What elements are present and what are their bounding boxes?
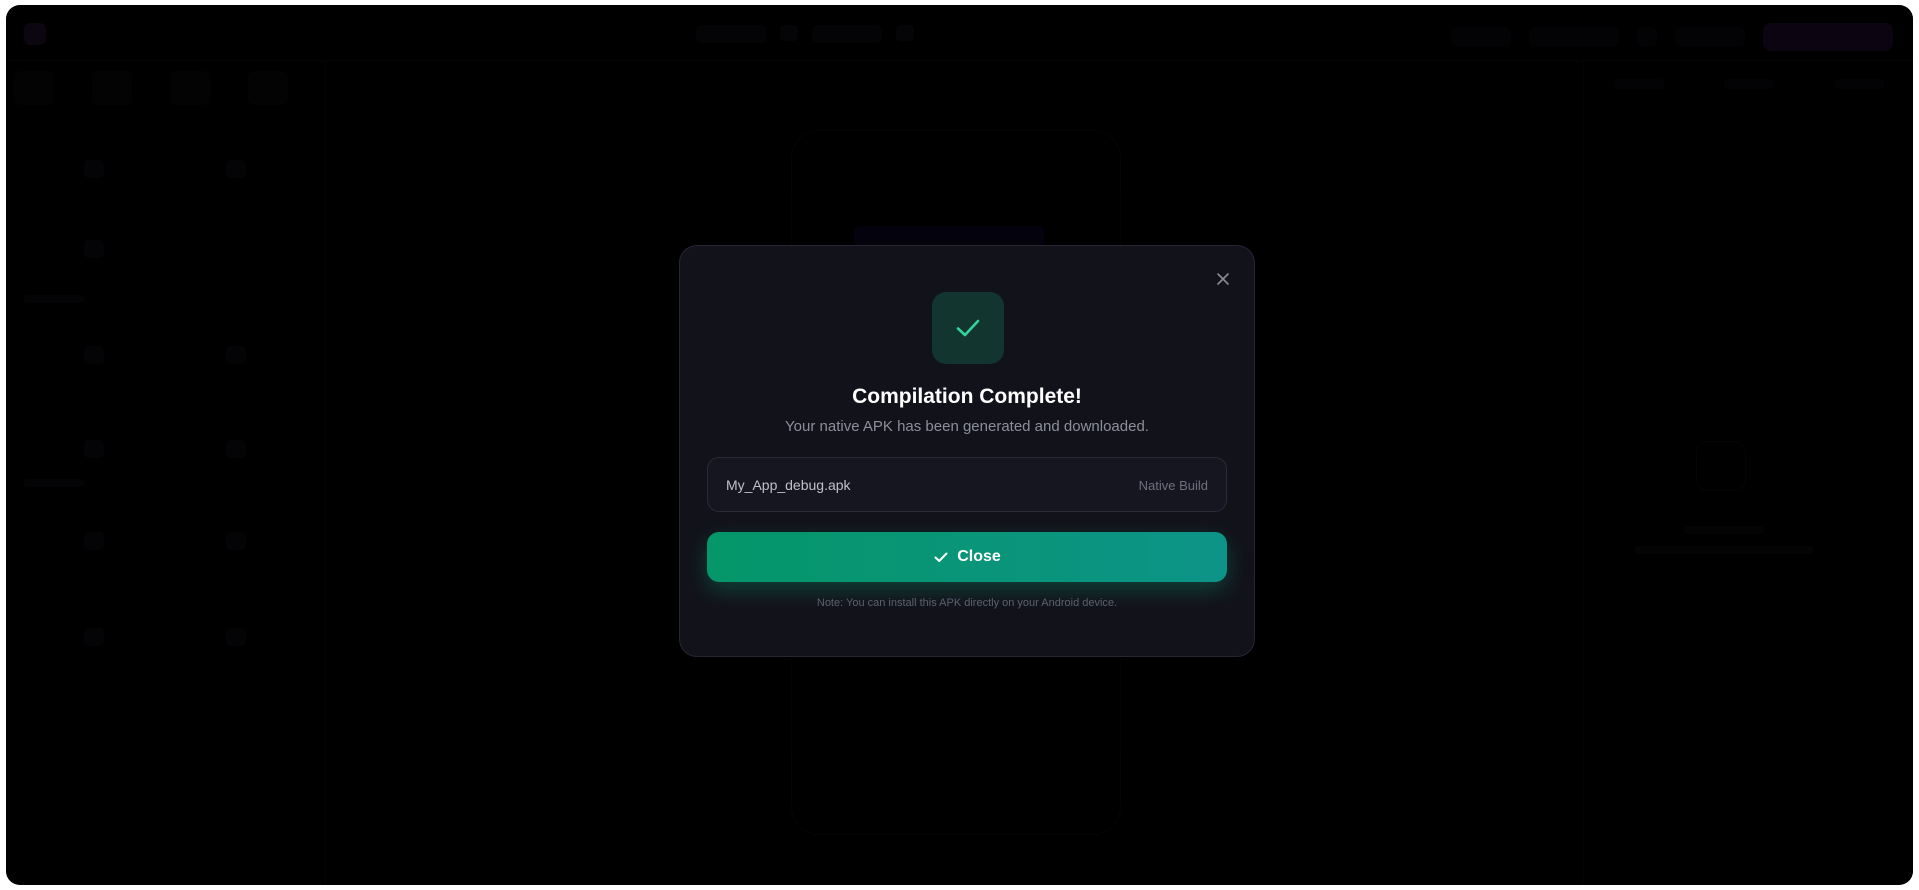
close-button-label: Close — [957, 548, 1001, 565]
output-file-card: My_App_debug.apk Native Build — [707, 457, 1227, 512]
app-window: Compilation Complete! Your native APK ha… — [6, 5, 1913, 885]
dialog-subtitle: Your native APK has been generated and d… — [785, 418, 1149, 435]
dialog-title: Compilation Complete! — [852, 385, 1082, 408]
file-name: My_App_debug.apk — [726, 477, 851, 493]
check-icon — [934, 552, 948, 562]
close-icon[interactable] — [1214, 270, 1232, 288]
install-note: Note: You can install this APK directly … — [816, 597, 1118, 609]
success-badge — [932, 292, 1004, 364]
check-icon — [956, 319, 980, 337]
close-button[interactable]: Close — [707, 532, 1227, 582]
build-type-tag: Native Build — [1138, 478, 1208, 493]
compilation-complete-dialog: Compilation Complete! Your native APK ha… — [679, 245, 1255, 657]
